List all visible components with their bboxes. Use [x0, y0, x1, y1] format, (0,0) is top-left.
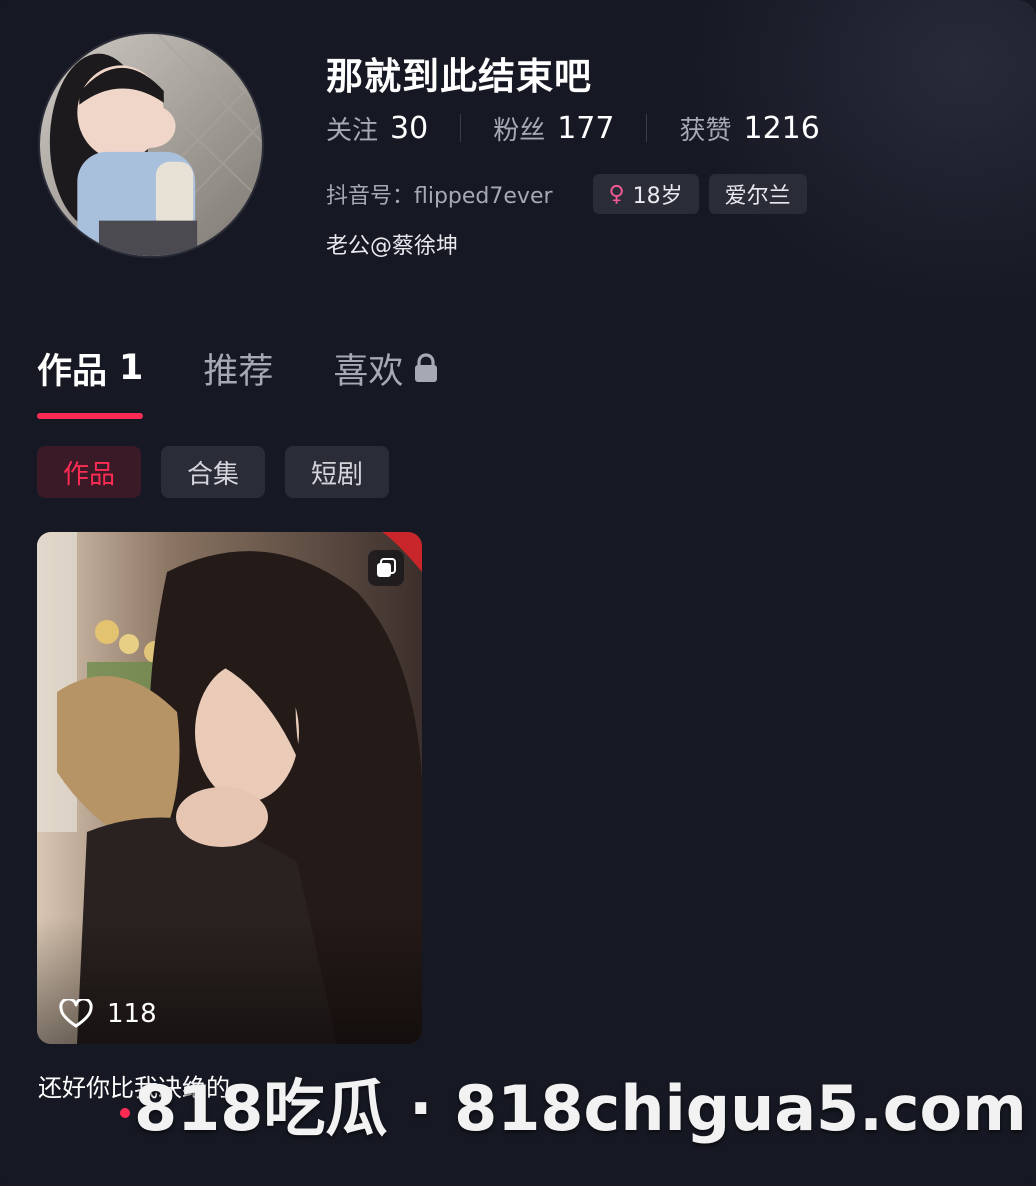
stat-following[interactable]: 关注 30: [326, 110, 428, 147]
red-dot: [120, 1108, 130, 1118]
tab-likes[interactable]: 喜欢: [333, 340, 439, 396]
stat-value: 30: [390, 110, 429, 146]
tab-indicator: [37, 413, 143, 419]
filter-chips: 作品 合集 短剧: [37, 446, 409, 498]
tab-count: 1: [119, 348, 144, 388]
video-likes: 118: [59, 994, 157, 1034]
stat-label: 粉丝: [493, 115, 546, 146]
video-card[interactable]: 118: [37, 532, 422, 1044]
stats-row: 关注 30 粉丝 177 获赞 1216: [326, 108, 820, 148]
tab-label: 作品: [37, 351, 108, 392]
signature: 老公@蔡徐坤: [326, 234, 459, 259]
profile-page: 那就到此结束吧 关注 30 粉丝 177 获赞 1216 抖音号：flipped…: [0, 0, 1036, 1186]
stat-followers[interactable]: 粉丝 177: [493, 110, 614, 147]
stat-likes[interactable]: 获赞 1216: [679, 110, 819, 147]
profile-tabs: 作品 1 推荐 喜欢: [37, 340, 499, 400]
likes-count: 118: [107, 999, 157, 1029]
video-thumbnail: [37, 532, 422, 1044]
douyin-id[interactable]: 抖音号：flipped7ever: [326, 178, 553, 210]
stat-value: 177: [557, 110, 615, 146]
watermark: 818吃瓜 · 818chigua5.com: [134, 1072, 1027, 1145]
chip-works[interactable]: 作品: [37, 446, 141, 498]
multi-image-icon: [368, 550, 404, 586]
age-label: 18岁: [632, 184, 683, 209]
stat-divider: [646, 114, 648, 142]
chip-short-dramas[interactable]: 短剧: [285, 446, 389, 498]
nickname: 那就到此结束吧: [326, 55, 592, 98]
avatar-image: [40, 34, 262, 256]
stat-divider: [460, 114, 462, 142]
heart-icon: [59, 999, 93, 1028]
chip-collections[interactable]: 合集: [161, 446, 265, 498]
age-tag: ♀ 18岁: [592, 174, 699, 214]
tab-works[interactable]: 作品 1: [37, 340, 143, 396]
meta-row: 抖音号：flipped7ever ♀ 18岁 爱尔兰: [326, 174, 817, 214]
stat-value: 1216: [743, 110, 820, 146]
female-icon: ♀: [608, 181, 625, 207]
location-tag: 爱尔兰: [708, 174, 807, 214]
avatar[interactable]: [38, 32, 264, 258]
lock-icon: [415, 353, 438, 382]
stat-label: 关注: [326, 115, 379, 146]
stat-label: 获赞: [679, 115, 732, 146]
header-glow: [676, 0, 1036, 320]
tab-label: 喜欢: [333, 351, 404, 392]
tab-recommend[interactable]: 推荐: [203, 340, 273, 396]
tab-label: 推荐: [203, 351, 274, 392]
